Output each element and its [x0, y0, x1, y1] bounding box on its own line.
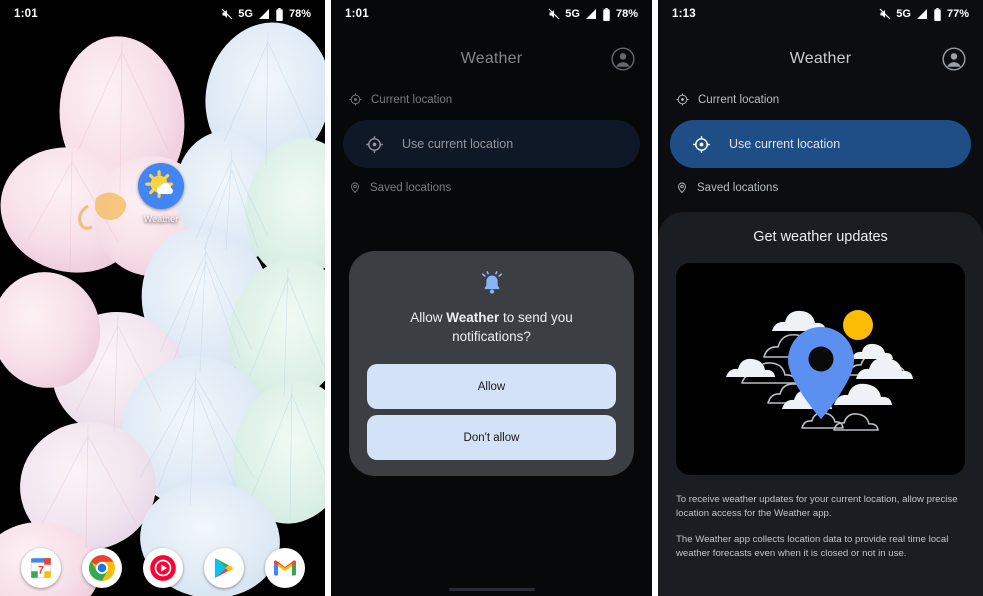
- status-bar: 1:01 5G 78%: [0, 0, 325, 28]
- dock-icon-youtube-music[interactable]: [142, 548, 183, 588]
- svg-text:7: 7: [37, 564, 43, 576]
- page-title: Weather: [789, 50, 852, 67]
- sheet-paragraph-1: To receive weather updates for your curr…: [676, 494, 958, 520]
- location-pin-sun-clouds-illustration: [676, 263, 965, 475]
- battery-percent: 77%: [946, 8, 969, 20]
- dock-icon-calendar[interactable]: 7: [20, 548, 61, 588]
- battery-icon: [275, 7, 284, 21]
- status-bar: 1:01 5G 78%: [331, 0, 652, 28]
- status-time: 1:01: [14, 8, 38, 20]
- mute-icon: [879, 8, 891, 20]
- section-label: Saved locations: [697, 181, 779, 194]
- dialog-title-app: Weather: [446, 310, 500, 325]
- use-current-location-button[interactable]: Use current location: [670, 120, 971, 168]
- dock: 7: [0, 540, 325, 596]
- section-current-location: Current location: [676, 93, 779, 106]
- wallpaper: [0, 0, 325, 596]
- sheet-title: Get weather updates: [753, 229, 888, 245]
- battery-percent: 78%: [615, 8, 638, 20]
- panel-notification-permission: Weather Current location Use current loc…: [331, 0, 652, 596]
- screenshot-strip: 1:01 5G 78% Weather 7 Weather Current lo…: [0, 0, 983, 596]
- location-permission-sheet: Get weather updates To receive weather u…: [658, 212, 983, 596]
- status-bar: 1:13 5G 77%: [658, 0, 983, 28]
- allow-button[interactable]: Allow: [367, 364, 616, 410]
- dock-icon-play-store[interactable]: [203, 548, 244, 588]
- panel-location-permission: Weather Current location Use current loc…: [658, 0, 983, 596]
- section-label: Current location: [698, 93, 780, 106]
- use-current-location-label: Use current location: [729, 137, 841, 151]
- notification-bell-icon: [367, 271, 616, 297]
- section-saved-locations: Saved locations: [676, 181, 778, 194]
- sheet-paragraph-2: The Weather app collects location data t…: [676, 533, 949, 560]
- weather-sun-cloud-icon: [138, 163, 184, 209]
- network-type: 5G: [896, 8, 911, 20]
- dialog-title-prefix: Allow: [410, 310, 447, 325]
- network-type: 5G: [565, 8, 580, 20]
- battery-icon: [933, 7, 942, 21]
- network-type: 5G: [238, 8, 253, 20]
- app-icon-weather[interactable]: Weather: [137, 163, 185, 224]
- battery-percent: 78%: [288, 8, 311, 20]
- signal-icon: [258, 8, 270, 20]
- target-icon: [676, 93, 689, 106]
- signal-icon: [916, 8, 928, 20]
- app-header: Weather: [658, 36, 983, 82]
- map-pin-icon: [676, 181, 688, 194]
- status-time: 1:13: [672, 8, 696, 20]
- account-circle-icon[interactable]: [941, 46, 967, 72]
- panel-home-screen: 1:01 5G 78% Weather 7: [0, 0, 325, 596]
- battery-icon: [602, 7, 611, 21]
- target-icon: [692, 135, 711, 154]
- navigation-hint-bar[interactable]: [448, 588, 535, 591]
- mute-icon: [548, 8, 560, 20]
- signal-icon: [585, 8, 597, 20]
- app-icon-label: Weather: [143, 214, 179, 224]
- dock-icon-gmail[interactable]: [264, 548, 305, 588]
- dont-allow-button[interactable]: Don't allow: [367, 415, 616, 461]
- dialog-title: Allow Weather to send you notifications?: [367, 308, 616, 346]
- dock-icon-chrome[interactable]: [81, 548, 122, 588]
- notification-permission-dialog: Allow Weather to send you notifications?…: [349, 251, 634, 477]
- mute-icon: [221, 8, 233, 20]
- status-time: 1:01: [345, 8, 369, 20]
